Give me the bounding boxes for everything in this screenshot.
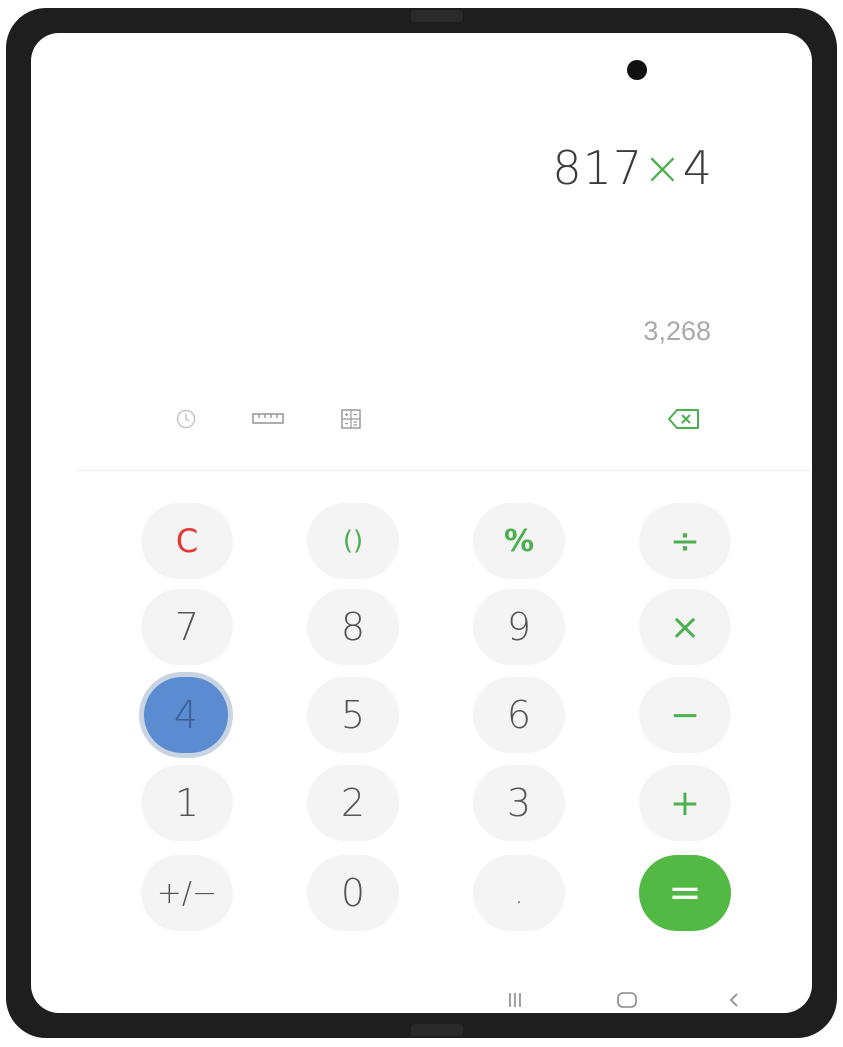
negate-button[interactable]: +/− xyxy=(141,855,233,931)
digit-1-button[interactable]: 1 xyxy=(141,765,233,841)
digit-9-button[interactable]: 9 xyxy=(473,589,565,665)
operator-symbol: × xyxy=(643,141,683,195)
percent-button[interactable]: % xyxy=(473,503,565,579)
equals-button[interactable]: = xyxy=(639,855,731,931)
digit-8-button[interactable]: 8 xyxy=(307,589,399,665)
front-camera xyxy=(627,60,647,80)
calculator-icon[interactable] xyxy=(339,407,363,431)
digit-6-button[interactable]: 6 xyxy=(473,677,565,753)
digit-0-button[interactable]: 0 xyxy=(307,855,399,931)
phone-frame: 817×4 3,268 C () % ÷ 7 8 9 × 4 5 6 − 1 2… xyxy=(6,8,837,1038)
result-preview: 3,268 xyxy=(643,316,711,346)
multiply-button[interactable]: × xyxy=(639,589,731,665)
digit-3-button[interactable]: 3 xyxy=(473,765,565,841)
digit-5-button[interactable]: 5 xyxy=(307,677,399,753)
add-button[interactable]: + xyxy=(639,765,731,841)
clear-button[interactable]: C xyxy=(141,503,233,579)
hinge-top xyxy=(411,10,463,22)
operand-1: 817 xyxy=(552,141,644,195)
subtract-button[interactable]: − xyxy=(639,677,731,753)
decimal-button[interactable]: . xyxy=(473,855,565,931)
calculator-screen: 817×4 3,268 C () % ÷ 7 8 9 × 4 5 6 − 1 2… xyxy=(31,33,812,1013)
digit-4-button[interactable]: 4 xyxy=(144,677,228,753)
back-icon[interactable] xyxy=(724,988,744,1012)
home-icon[interactable] xyxy=(613,988,641,1012)
divide-button[interactable]: ÷ xyxy=(639,503,731,579)
recents-icon[interactable] xyxy=(503,988,527,1012)
ruler-icon[interactable] xyxy=(251,407,285,431)
operand-2: 4 xyxy=(682,141,713,195)
backspace-icon[interactable] xyxy=(666,407,702,431)
digit-2-button[interactable]: 2 xyxy=(307,765,399,841)
parentheses-button[interactable]: () xyxy=(307,503,399,579)
clock-icon[interactable] xyxy=(174,407,198,431)
digit-7-button[interactable]: 7 xyxy=(141,589,233,665)
expression-display[interactable]: 817×4 xyxy=(552,141,713,195)
divider xyxy=(76,470,811,471)
hinge-bottom xyxy=(411,1024,463,1036)
